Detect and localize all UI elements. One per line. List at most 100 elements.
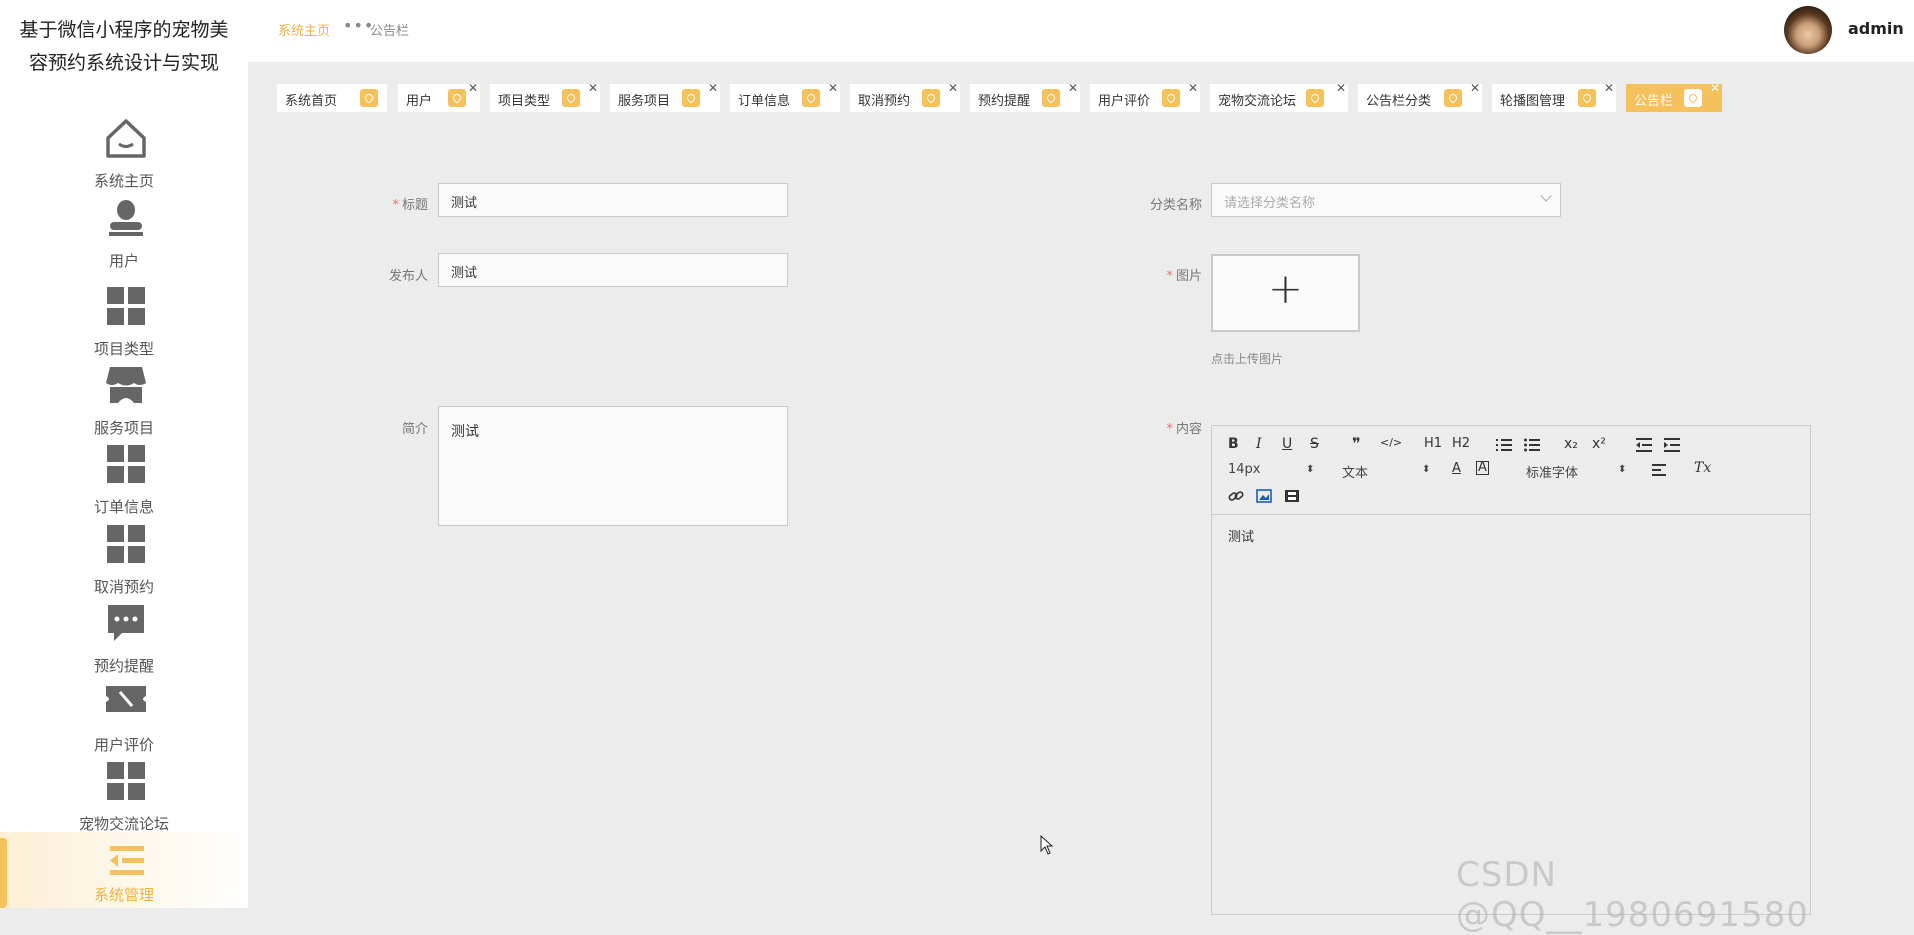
font-size-select[interactable]: 14px ⬍ [1228, 462, 1314, 477]
watermark: CSDN @QQ__1980691580 [1456, 855, 1809, 935]
clear-format-button[interactable]: Tx [1694, 460, 1711, 476]
tab-label: 服务项目 [618, 94, 671, 109]
font-family-select[interactable]: 标准字体 ⬍ [1526, 462, 1626, 481]
sidebar-item-label: 订单信息 [93, 498, 154, 516]
top-bar [248, 0, 1914, 62]
tab-carousel[interactable]: 轮播图管理 ✕ [1492, 81, 1616, 112]
tab-label: 系统首页 [285, 94, 338, 109]
tab-user[interactable]: 用户 ✕ [398, 81, 480, 112]
tab-close-icon[interactable]: ✕ [1336, 81, 1346, 95]
video-icon[interactable] [1284, 488, 1300, 504]
tab-notice-category[interactable]: 公告栏分类 ✕ [1358, 81, 1482, 112]
category-label: 分类名称 [1149, 198, 1202, 213]
image-icon[interactable] [1256, 488, 1272, 504]
upload-tip: 点击上传图片 [1211, 352, 1284, 366]
ordered-list-icon[interactable] [1496, 438, 1512, 452]
sidebar-item-service[interactable]: 服务项目 [0, 363, 248, 442]
sidebar-item-label: 系统管理 [93, 886, 154, 904]
tab-close-icon[interactable]: ✕ [1604, 81, 1614, 95]
tab-orders[interactable]: 订单信息 ✕ [730, 81, 840, 112]
sidebar-item-orders[interactable]: 订单信息 [0, 442, 248, 521]
tab-badge-icon [1162, 89, 1180, 107]
sidebar-item-label: 用户评价 [93, 736, 154, 754]
sidebar-item-forum[interactable]: 宠物交流论坛 [0, 759, 248, 838]
tab-label: 项目类型 [498, 94, 551, 109]
tab-close-icon[interactable]: ✕ [828, 81, 838, 95]
tab-close-icon[interactable]: ✕ [468, 81, 478, 95]
sidebar-item-label: 用户 [108, 252, 139, 270]
category-placeholder: 请选择分类名称 [1224, 196, 1316, 211]
tab-label: 公告栏 [1634, 94, 1674, 109]
bold-button[interactable]: B [1228, 436, 1239, 452]
sidebar: 基于微信小程序的宠物美容预约系统设计与实现 系统主页 用户 项目类型 服务项目 [0, 0, 248, 908]
title-input[interactable]: 测试 [438, 183, 788, 217]
breadcrumb-home[interactable]: 系统主页 [278, 20, 330, 39]
tab-label: 用户 [406, 94, 433, 109]
text-color-icon[interactable]: A [1452, 461, 1461, 476]
sidebar-item-project-type[interactable]: 项目类型 [0, 284, 248, 363]
user-name[interactable]: admin [1848, 19, 1904, 38]
publisher-input[interactable]: 测试 [438, 253, 788, 287]
subscript-button[interactable]: x₂ [1564, 436, 1578, 452]
user-icon [109, 200, 143, 236]
avatar[interactable] [1784, 6, 1832, 54]
italic-button[interactable]: I [1256, 436, 1262, 452]
tab-reminder[interactable]: 预约提醒 ✕ [970, 81, 1080, 112]
tab-badge-icon [1444, 89, 1462, 107]
category-select[interactable]: 请选择分类名称 [1211, 183, 1561, 217]
indent-icon[interactable] [1664, 438, 1680, 452]
sidebar-item-label: 系统主页 [93, 172, 154, 190]
rich-text-editor[interactable]: B I U S ❞ </> H1 H2 x₂ x² 14px ⬍ 文本 ⬍ A A … [1211, 425, 1811, 915]
tab-project-type[interactable]: 项目类型 ✕ [490, 81, 600, 112]
tab-badge-icon [922, 89, 940, 107]
bullet-list-icon[interactable] [1524, 438, 1540, 452]
sidebar-item-label: 预约提醒 [93, 657, 154, 675]
sidebar-item-label: 服务项目 [93, 419, 154, 437]
superscript-button[interactable]: x² [1592, 436, 1606, 452]
quote-button[interactable]: ❞ [1352, 434, 1361, 453]
code-button[interactable]: </> [1380, 436, 1402, 449]
select-arrows-icon: ⬍ [1422, 464, 1431, 475]
tab-badge-icon [1306, 89, 1324, 107]
tab-forum[interactable]: 宠物交流论坛 ✕ [1210, 81, 1348, 112]
summary-textarea[interactable]: 测试 [438, 406, 788, 526]
tab-home[interactable]: 系统首页 [277, 84, 387, 112]
underline-button[interactable]: U [1282, 436, 1292, 452]
editor-content[interactable]: 测试 [1228, 526, 1254, 545]
tab-close-icon[interactable]: ✕ [1188, 81, 1198, 95]
tab-badge-icon [1042, 89, 1060, 107]
grid-icon [107, 445, 145, 483]
tab-badge-icon [1578, 89, 1596, 107]
content-label: * 内容 [1166, 422, 1202, 437]
tab-close-icon[interactable]: ✕ [1470, 81, 1480, 95]
sidebar-item-system[interactable]: 系统管理 [0, 832, 248, 908]
h1-button[interactable]: H1 [1424, 436, 1442, 451]
tab-close-icon[interactable]: ✕ [1710, 81, 1720, 95]
tab-label: 轮播图管理 [1500, 94, 1566, 109]
tab-notice[interactable]: 公告栏 ✕ [1626, 81, 1722, 112]
tab-review[interactable]: 用户评价 ✕ [1090, 81, 1200, 112]
tab-close-icon[interactable]: ✕ [1068, 81, 1078, 95]
tab-badge-icon [682, 89, 700, 107]
link-icon[interactable] [1228, 488, 1244, 504]
sidebar-item-user[interactable]: 用户 [0, 198, 248, 277]
strike-button[interactable]: S [1310, 436, 1319, 452]
tab-cancel[interactable]: 取消预约 ✕ [850, 81, 960, 112]
title-label: * 标题 [392, 198, 428, 213]
h2-button[interactable]: H2 [1452, 436, 1470, 451]
background-color-icon[interactable]: A [1476, 461, 1489, 475]
tab-close-icon[interactable]: ✕ [588, 81, 598, 95]
home-icon [106, 119, 146, 158]
sidebar-item-reminder[interactable]: 预约提醒 [0, 601, 248, 680]
align-left-icon[interactable] [1652, 464, 1666, 476]
image-upload[interactable]: + [1211, 254, 1360, 332]
paragraph-type-select[interactable]: 文本 ⬍ [1342, 462, 1431, 481]
tab-close-icon[interactable]: ✕ [708, 81, 718, 95]
tab-service[interactable]: 服务项目 ✕ [610, 81, 720, 112]
sidebar-item-home[interactable]: 系统主页 [0, 116, 248, 195]
sidebar-item-review[interactable]: 用户评价 [0, 680, 248, 759]
outdent-icon[interactable] [1636, 438, 1652, 452]
tab-badge-icon [562, 89, 580, 107]
sidebar-item-cancel[interactable]: 取消预约 [0, 522, 248, 601]
tab-close-icon[interactable]: ✕ [948, 81, 958, 95]
